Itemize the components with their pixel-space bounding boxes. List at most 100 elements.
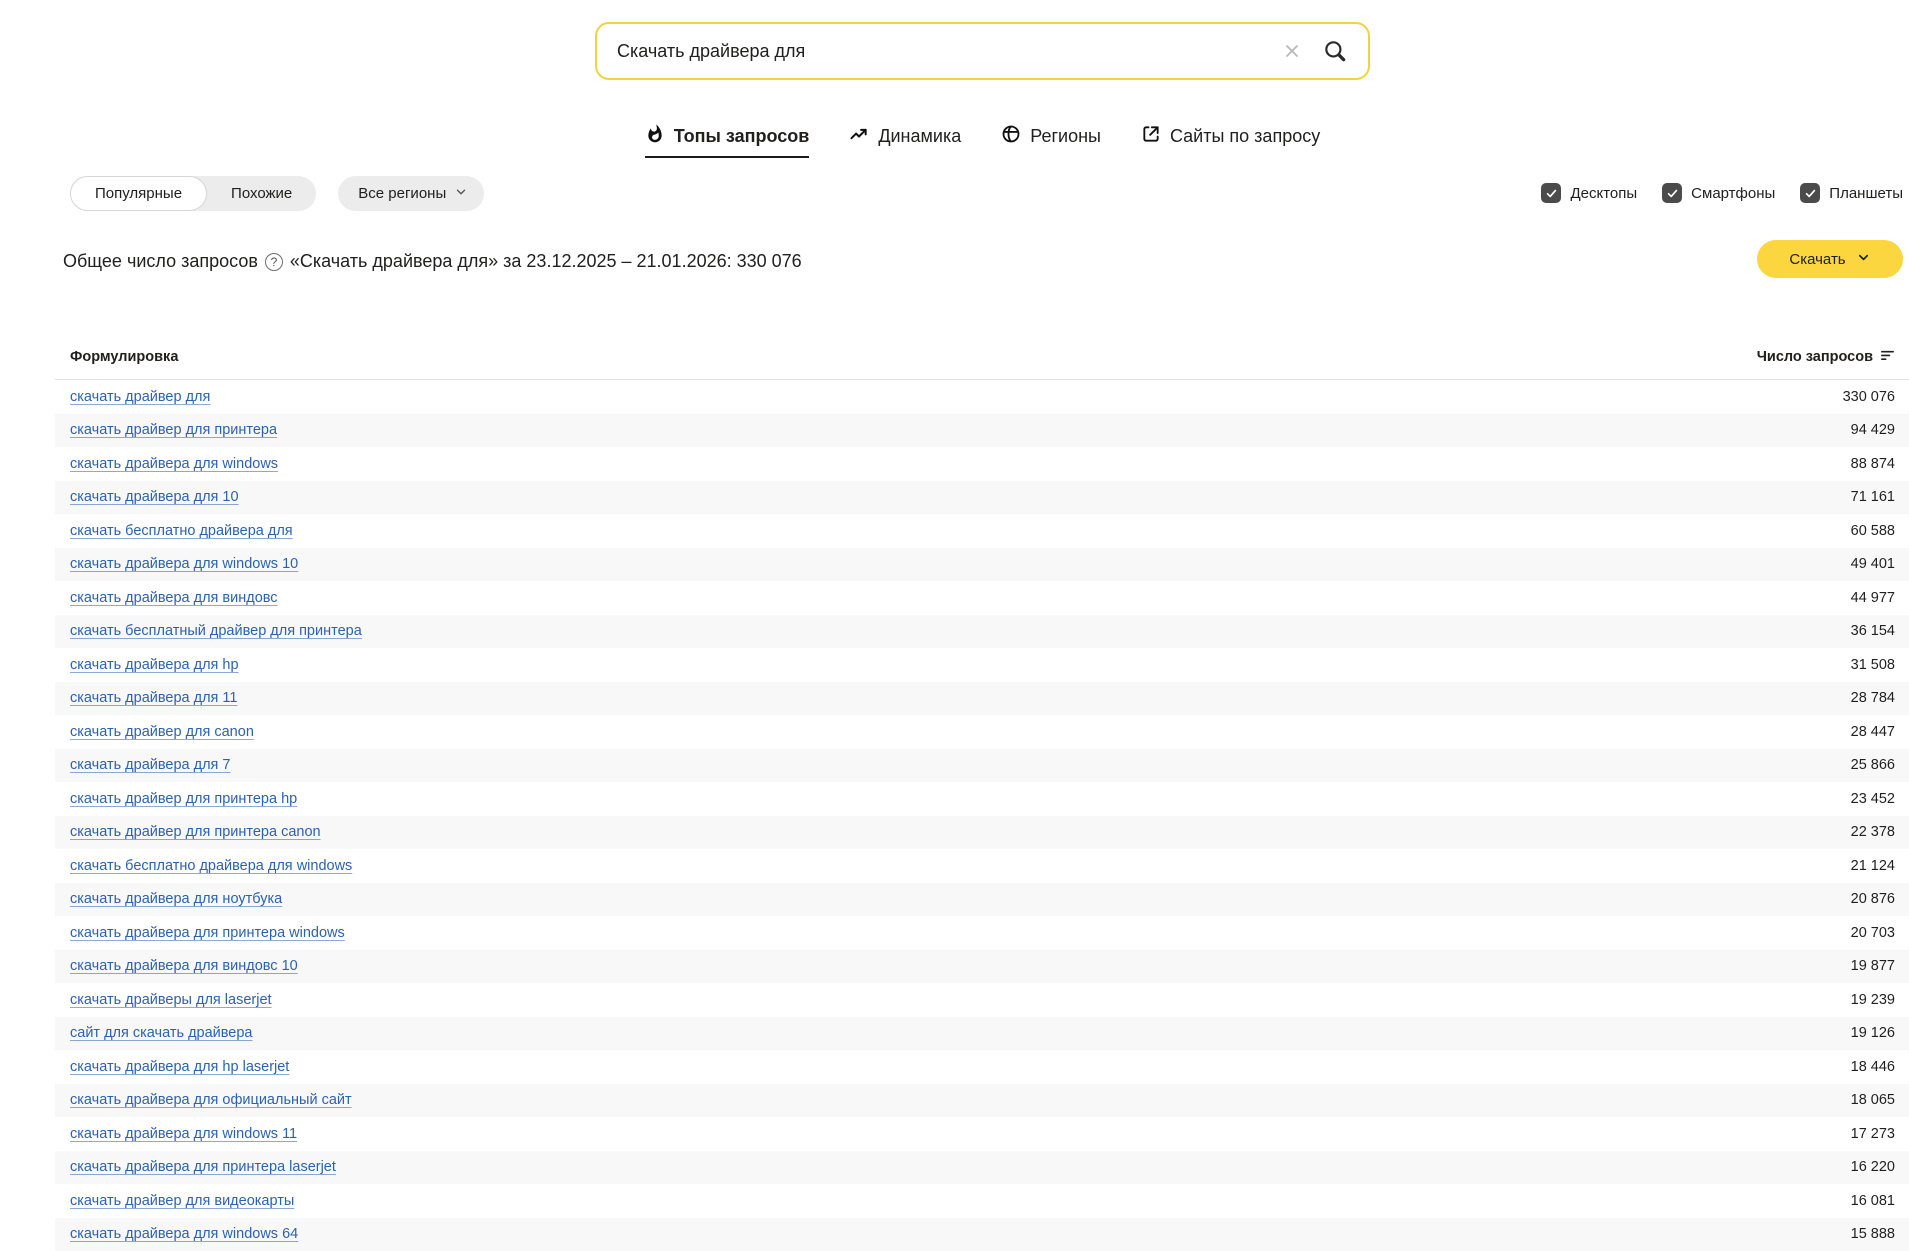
query-count: 330 076 [1843, 389, 1895, 405]
checkbox-label: Десктопы [1570, 185, 1637, 202]
query-count: 16 220 [1851, 1159, 1895, 1175]
summary-rest: «Скачать драйвера для» за 23.12.2025 – 2… [290, 251, 802, 272]
query-count: 22 378 [1851, 824, 1895, 840]
query-link[interactable]: скачать драйвера для виндовс [70, 590, 278, 606]
checkbox-checked-icon [1662, 183, 1682, 203]
query-link[interactable]: скачать драйвера для ноутбука [70, 891, 282, 907]
table-row: скачать драйвер для принтера 94 429 [55, 414, 1909, 448]
tab-label: Динамика [878, 126, 961, 147]
search-bar [595, 22, 1370, 80]
query-link[interactable]: скачать драйвера для windows 64 [70, 1226, 298, 1242]
download-button-label: Скачать [1789, 251, 1845, 268]
device-type-filters: Десктопы Смартфоны Планшеты [1541, 183, 1903, 203]
tab-top-queries[interactable]: Топы запросов [645, 124, 810, 158]
table-row: скачать драйвер для 330 076 [55, 380, 1909, 414]
help-icon[interactable]: ? [265, 253, 283, 271]
tab-regions[interactable]: Регионы [1001, 124, 1101, 158]
fire-icon [645, 124, 665, 149]
clear-search-icon[interactable] [1282, 41, 1302, 61]
query-count: 16 081 [1851, 1193, 1895, 1209]
table-row: скачать драйвера для виндовс 10 19 877 [55, 950, 1909, 984]
table-row: скачать драйвера для hp 31 508 [55, 648, 1909, 682]
external-link-icon [1141, 124, 1161, 149]
filter-row: Популярные Похожие Все регионы [70, 176, 484, 211]
checkbox-desktops[interactable]: Десктопы [1541, 183, 1637, 203]
table-row: скачать драйвера для виндовс 44 977 [55, 581, 1909, 615]
query-count: 36 154 [1851, 623, 1895, 639]
query-count: 18 065 [1851, 1092, 1895, 1108]
query-count: 44 977 [1851, 590, 1895, 606]
query-link[interactable]: скачать драйвера для 10 [70, 489, 239, 505]
checkbox-checked-icon [1800, 183, 1820, 203]
query-link[interactable]: скачать бесплатно драйвера для [70, 523, 293, 539]
query-link[interactable]: скачать драйвера для официальный сайт [70, 1092, 352, 1108]
checkbox-tablets[interactable]: Планшеты [1800, 183, 1903, 203]
query-count: 88 874 [1851, 456, 1895, 472]
chevron-down-icon [1856, 250, 1871, 269]
table-row: скачать драйвер для принтера canon 22 37… [55, 816, 1909, 850]
column-header-query: Формулировка [70, 349, 178, 365]
query-link[interactable]: скачать драйвера для windows 11 [70, 1126, 297, 1142]
query-count: 19 239 [1851, 992, 1895, 1008]
summary-prefix: Общее число запросов [63, 251, 258, 272]
query-count: 28 784 [1851, 690, 1895, 706]
table-body: скачать драйвер для 330 076 скачать драй… [55, 380, 1909, 1251]
query-link[interactable]: скачать драйвер для принтера [70, 422, 277, 438]
region-selector[interactable]: Все регионы [338, 176, 484, 211]
download-button[interactable]: Скачать [1757, 240, 1903, 278]
table-row: скачать драйвера для принтера laserjet 1… [55, 1151, 1909, 1185]
total-queries-summary: Общее число запросов ? «Скачать драйвера… [63, 251, 802, 272]
globe-icon [1001, 124, 1021, 149]
query-link[interactable]: скачать драйвер для принтера canon [70, 824, 321, 840]
search-input[interactable] [597, 41, 1282, 62]
query-link[interactable]: скачать драйвер для видеокарты [70, 1193, 294, 1209]
query-link[interactable]: скачать драйвера для принтера windows [70, 925, 345, 941]
column-header-count[interactable]: Число запросов [1757, 347, 1895, 366]
query-link[interactable]: скачать драйвер для принтера hp [70, 791, 297, 807]
tab-label: Регионы [1030, 126, 1101, 147]
query-count: 94 429 [1851, 422, 1895, 438]
checkbox-checked-icon [1541, 183, 1561, 203]
query-count: 20 876 [1851, 891, 1895, 907]
query-count: 25 866 [1851, 757, 1895, 773]
table-row: скачать драйвера для официальный сайт 18… [55, 1084, 1909, 1118]
query-link[interactable]: скачать драйвера для windows [70, 456, 278, 472]
table-header: Формулировка Число запросов [55, 347, 1909, 380]
query-link[interactable]: скачать драйвера для hp laserjet [70, 1059, 289, 1075]
table-row: скачать драйвера для 7 25 866 [55, 749, 1909, 783]
search-icon[interactable] [1322, 38, 1348, 64]
query-link[interactable]: сайт для скачать драйвера [70, 1025, 253, 1041]
query-link[interactable]: скачать драйвера для 7 [70, 757, 231, 773]
queries-table: Формулировка Число запросов скачать драй… [55, 347, 1909, 1251]
sort-icon [1880, 347, 1895, 366]
query-link[interactable]: скачать бесплатный драйвер для принтера [70, 623, 362, 639]
query-link[interactable]: скачать драйвера для принтера laserjet [70, 1159, 336, 1175]
checkbox-label: Планшеты [1829, 185, 1903, 202]
region-selector-label: Все регионы [358, 185, 446, 202]
query-link[interactable]: скачать драйвера для виндовс 10 [70, 958, 298, 974]
query-count: 49 401 [1851, 556, 1895, 572]
chevron-down-icon [454, 185, 468, 203]
table-row: скачать драйвера для принтера windows 20… [55, 916, 1909, 950]
query-count: 17 273 [1851, 1126, 1895, 1142]
tab-label: Сайты по запросу [1170, 126, 1320, 147]
query-count: 71 161 [1851, 489, 1895, 505]
checkbox-smartphones[interactable]: Смартфоны [1662, 183, 1775, 203]
tab-label: Топы запросов [674, 126, 810, 147]
tab-sites-by-query[interactable]: Сайты по запросу [1141, 124, 1320, 158]
query-link[interactable]: скачать бесплатно драйвера для windows [70, 858, 352, 874]
query-link[interactable]: скачать драйверы для laserjet [70, 992, 272, 1008]
table-row: скачать бесплатно драйвера для 60 588 [55, 514, 1909, 548]
query-count: 21 124 [1851, 858, 1895, 874]
query-link[interactable]: скачать драйвер для canon [70, 724, 254, 740]
table-row: скачать драйвера для windows 88 874 [55, 447, 1909, 481]
segment-popular[interactable]: Популярные [70, 176, 207, 211]
query-count: 15 888 [1851, 1226, 1895, 1242]
query-link[interactable]: скачать драйвера для 11 [70, 690, 238, 706]
table-row: скачать драйвер для видеокарты 16 081 [55, 1184, 1909, 1218]
segment-similar[interactable]: Похожие [207, 176, 316, 211]
query-link[interactable]: скачать драйвера для hp [70, 657, 239, 673]
tab-dynamics[interactable]: Динамика [849, 124, 961, 158]
query-link[interactable]: скачать драйвера для windows 10 [70, 556, 298, 572]
query-link[interactable]: скачать драйвер для [70, 389, 210, 405]
